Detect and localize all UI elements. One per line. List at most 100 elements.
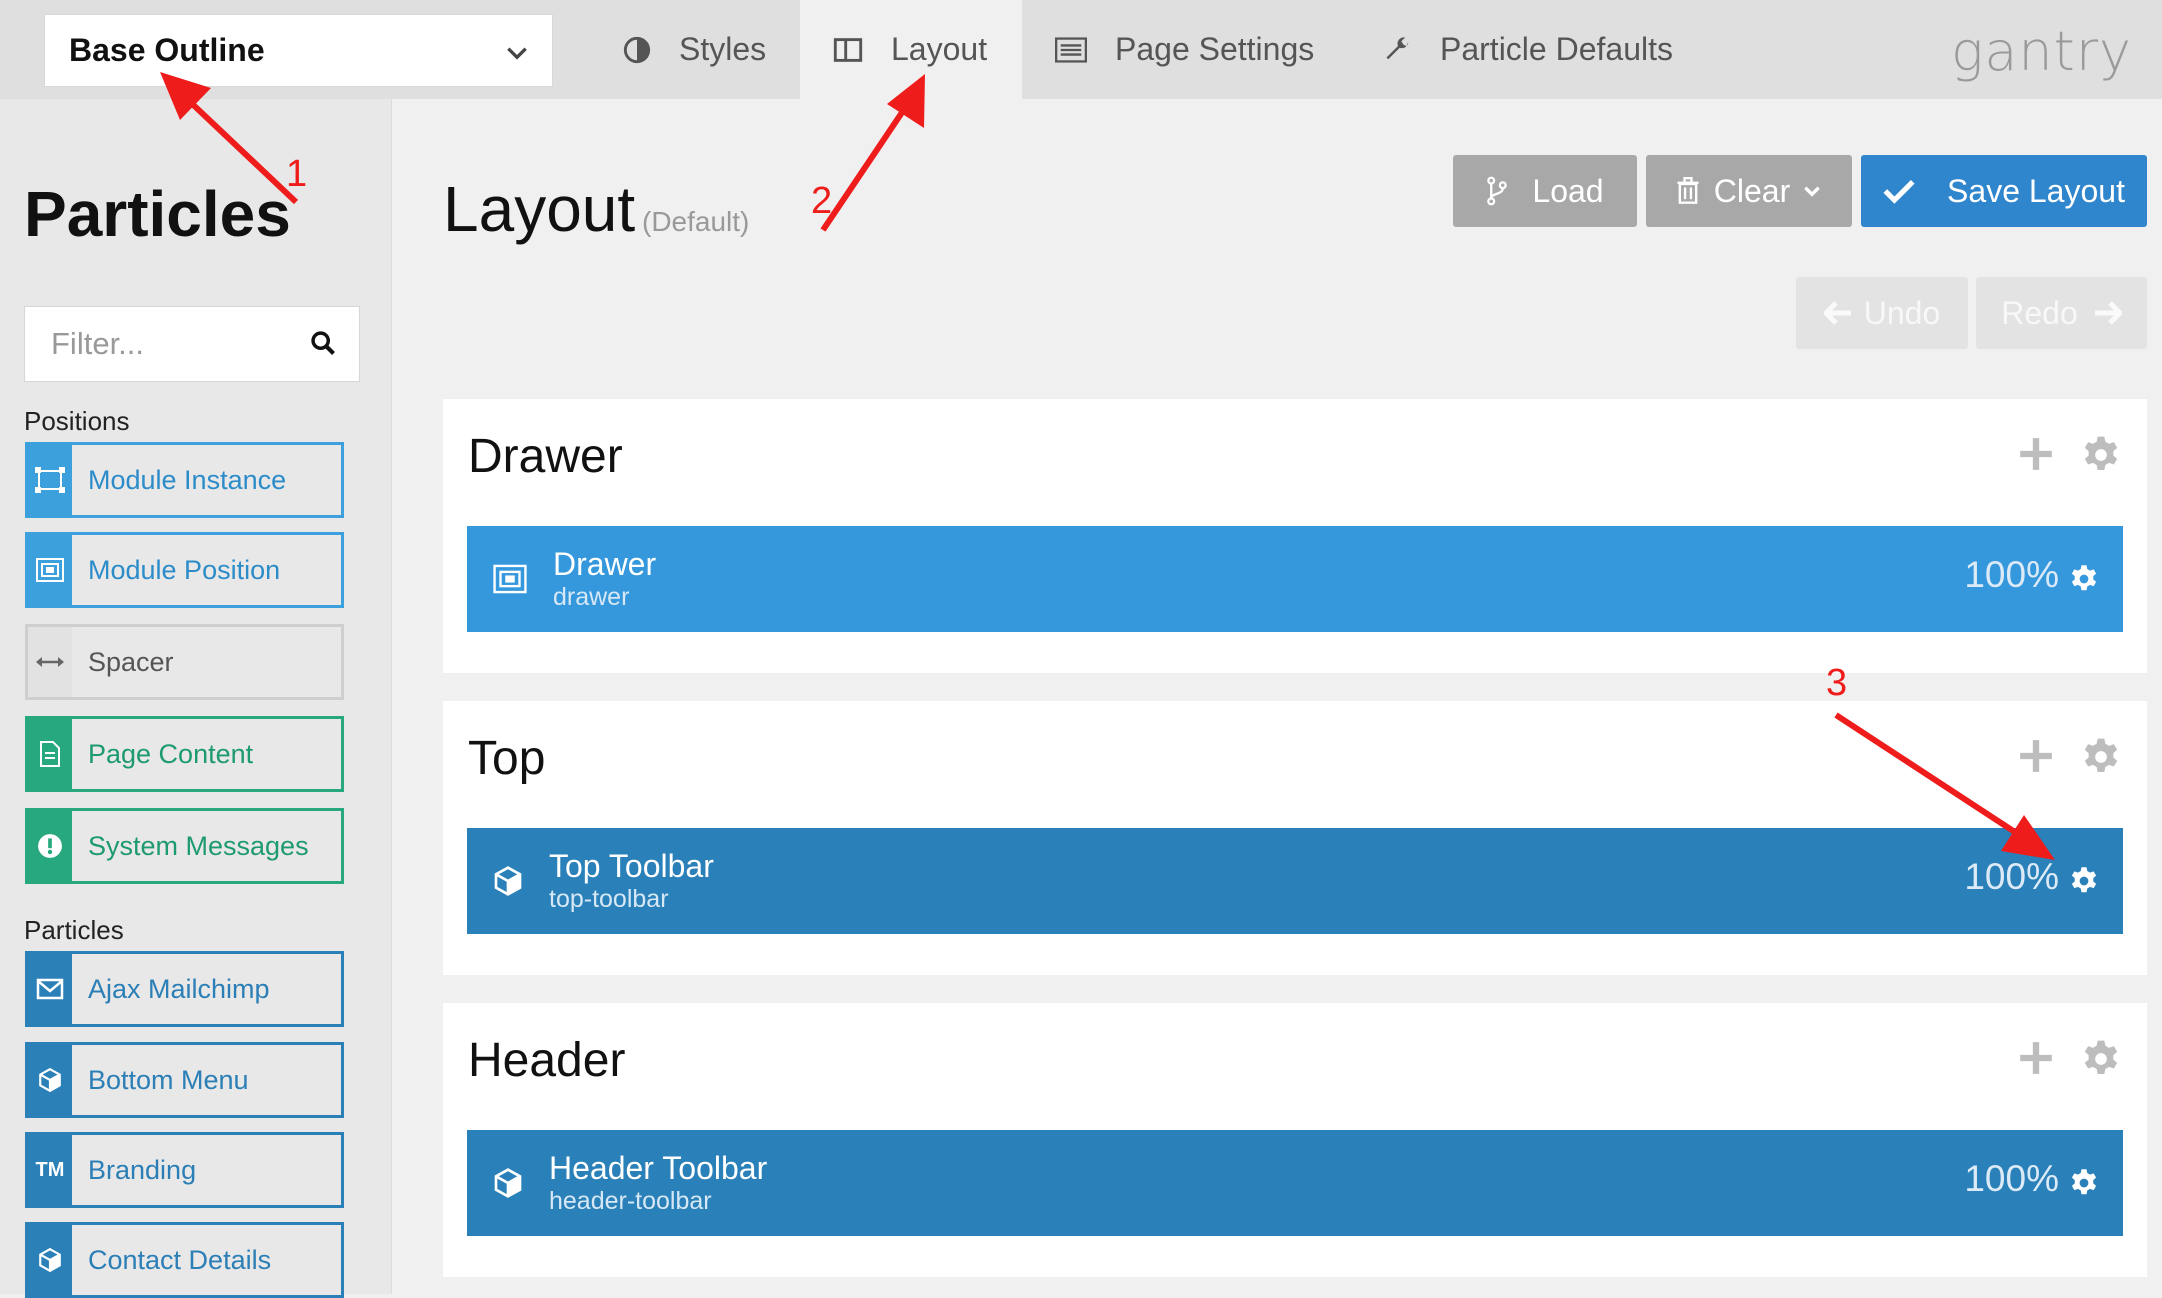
particle-ajax-mailchimp[interactable]: Ajax Mailchimp [25, 951, 344, 1027]
particle-label: Page Content [88, 738, 254, 769]
section-actions [2017, 1039, 2121, 1084]
search-icon[interactable] [309, 329, 337, 362]
outline-select-value: Base Outline [69, 32, 265, 68]
cube-icon [467, 865, 549, 897]
section-actions [2017, 737, 2121, 782]
block-title: Top Toolbar [549, 848, 714, 884]
section-header: Header Header Toolbar header-toolbar 100… [443, 1003, 2147, 1277]
particle-label: Bottom Menu [88, 1064, 249, 1095]
tab-styles-label: Styles [679, 31, 767, 67]
undo-button[interactable]: Undo [1796, 277, 1968, 349]
tab-layout-label: Layout [891, 31, 988, 67]
contrast-icon [623, 36, 651, 64]
chevron-down-icon [504, 37, 530, 74]
load-label: Load [1532, 172, 1604, 209]
arrow-right-icon [2094, 301, 2122, 325]
particle-module-position[interactable]: Module Position [25, 532, 344, 608]
gear-icon[interactable] [2081, 435, 2121, 480]
sidebar-title: Particles [24, 178, 291, 250]
particle-bottom-menu[interactable]: Bottom Menu [25, 1042, 344, 1118]
tab-styles[interactable]: Styles [605, 0, 800, 99]
block-key: top-toolbar [549, 885, 669, 913]
add-icon[interactable] [2017, 435, 2055, 480]
redo-button[interactable]: Redo [1976, 277, 2147, 349]
arrow-left-icon [1823, 301, 1852, 325]
filter-box[interactable] [24, 306, 360, 382]
block-header-toolbar[interactable]: Header Toolbar header-toolbar 100% [467, 1130, 2123, 1236]
gear-icon[interactable] [2081, 737, 2121, 782]
particle-label: Spacer [88, 646, 174, 677]
trademark-icon: TM [28, 1135, 72, 1205]
particle-module-instance[interactable]: Module Instance [25, 442, 344, 518]
block-size: 100% [1964, 856, 2059, 897]
module-position-icon [28, 535, 72, 605]
block-names: Drawer drawer [553, 546, 656, 612]
outline-select[interactable]: Base Outline [44, 14, 553, 87]
clear-label: Clear [1713, 172, 1791, 209]
tab-particle-defaults[interactable]: Particle Defaults [1382, 0, 1712, 99]
columns-icon [833, 36, 863, 64]
block-title: Drawer [553, 546, 657, 582]
section-drawer: Drawer Drawer drawer 100% [443, 399, 2147, 673]
annotation-number-1: 1 [286, 153, 308, 195]
block-size: 100% [1964, 554, 2059, 595]
tab-page-settings[interactable]: Page Settings [1055, 0, 1345, 99]
cube-icon [28, 1225, 72, 1295]
cube-icon [28, 1045, 72, 1115]
section-title: Drawer [468, 430, 623, 483]
undo-label: Undo [1863, 294, 1941, 331]
add-icon[interactable] [2017, 1039, 2055, 1084]
top-bar: Base Outline Styles Layout Page Settings… [0, 0, 2162, 99]
section-title: Top [468, 732, 546, 785]
load-button[interactable]: Load [1453, 155, 1637, 227]
page-title: Layout [443, 173, 636, 245]
spacer-icon [28, 627, 72, 697]
document-icon [28, 719, 72, 789]
annotation-arrow-2 [820, 106, 908, 232]
particle-branding[interactable]: TM Branding [25, 1132, 344, 1208]
trash-icon [1676, 177, 1700, 205]
particle-spacer[interactable]: Spacer [25, 624, 344, 700]
particle-label: Ajax Mailchimp [88, 973, 270, 1004]
particle-label: Contact Details [88, 1244, 272, 1275]
gear-icon[interactable] [2069, 564, 2099, 599]
block-names: Top Toolbar top-toolbar [549, 848, 714, 914]
block-drawer[interactable]: Drawer drawer 100% [467, 526, 2123, 632]
block-size: 100% [1964, 1158, 2059, 1199]
particle-label: System Messages [88, 830, 309, 861]
particle-label: Module Instance [88, 464, 287, 495]
particle-label: Branding [88, 1154, 197, 1185]
gear-icon[interactable] [2069, 1168, 2099, 1203]
particle-system-messages[interactable]: System Messages [25, 808, 344, 884]
section-actions [2017, 435, 2121, 480]
branch-icon [1486, 176, 1508, 206]
block-key: drawer [553, 583, 630, 611]
particles-label: Particles [24, 915, 124, 945]
module-position-icon [467, 562, 553, 596]
block-top-toolbar[interactable]: Top Toolbar top-toolbar 100% [467, 828, 2123, 934]
chevron-down-icon [1802, 181, 1822, 201]
filter-input[interactable] [49, 325, 289, 363]
annotation-number-2: 2 [811, 180, 833, 222]
tab-particle-defaults-label: Particle Defaults [1440, 31, 1673, 67]
page-subtitle: (Default) [642, 206, 750, 237]
exclamation-icon [28, 811, 72, 881]
particle-page-content[interactable]: Page Content [25, 716, 344, 792]
redo-label: Redo [2001, 294, 2078, 331]
wrench-icon [1382, 35, 1412, 65]
save-layout-label: Save Layout [1947, 172, 2125, 209]
annotation-number-3: 3 [1826, 662, 1848, 704]
save-layout-button[interactable]: Save Layout [1861, 155, 2147, 227]
gear-icon[interactable] [2081, 1039, 2121, 1084]
clear-button[interactable]: Clear [1646, 155, 1852, 227]
particles-sidebar: Particles Positions Module Instance Modu… [0, 99, 392, 1298]
add-icon[interactable] [2017, 737, 2055, 782]
check-icon [1883, 178, 1915, 204]
section-top: Top Top Toolbar top-toolbar 100% [443, 701, 2147, 975]
gear-icon[interactable] [2069, 866, 2099, 901]
tab-layout[interactable]: Layout [800, 0, 1022, 99]
tab-page-settings-label: Page Settings [1115, 31, 1315, 67]
gantry-logo: gantry [1950, 20, 2132, 83]
particle-contact-details[interactable]: Contact Details [25, 1222, 344, 1298]
particle-label: Module Position [88, 554, 281, 585]
